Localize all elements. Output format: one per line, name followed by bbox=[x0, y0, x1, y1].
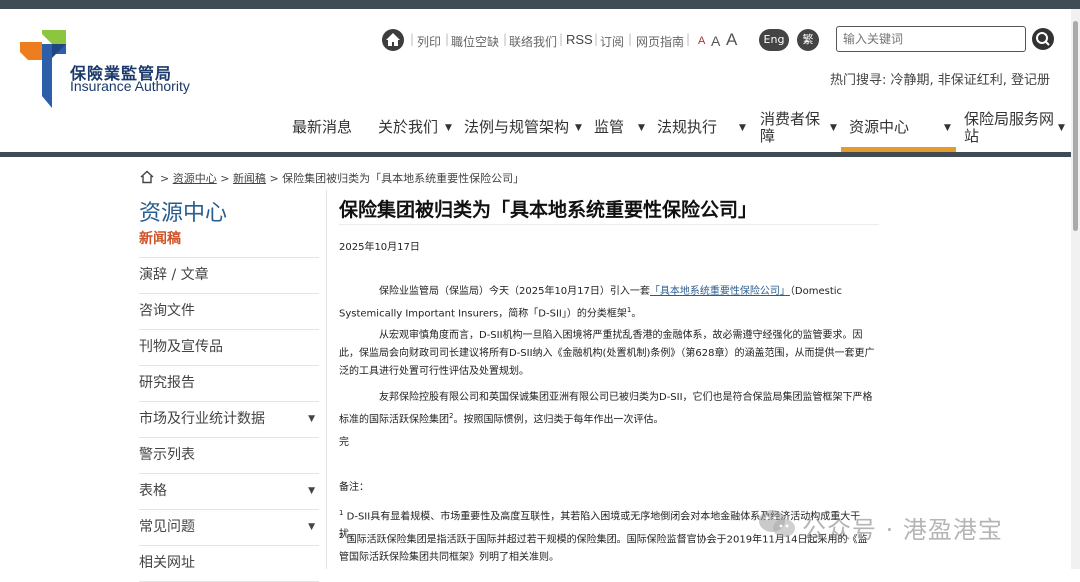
sidebar-item-speeches[interactable]: 演辞 / 文章 bbox=[139, 258, 319, 294]
wechat-watermark: 公众号 · 港盈港宝 bbox=[757, 507, 1057, 547]
chevron-down-icon[interactable]: ▼ bbox=[575, 123, 582, 133]
top-dark-bar bbox=[0, 0, 1080, 9]
lang-english-button[interactable]: Eng bbox=[759, 29, 789, 51]
logo-english-name: Insurance Authority bbox=[70, 78, 190, 94]
dsii-framework-link[interactable]: 「具本地系统重要性保险公司」 bbox=[650, 286, 790, 297]
wechat-icon bbox=[759, 510, 795, 537]
subscribe-link[interactable]: 订阅 bbox=[600, 33, 624, 50]
sidebar-item-statistics[interactable]: 市场及行业统计数据 ▼ bbox=[139, 402, 319, 438]
chevron-down-icon[interactable]: ▼ bbox=[445, 123, 452, 133]
font-size-large-button[interactable]: A bbox=[726, 30, 737, 50]
ia-logo[interactable]: 保險業監管局 Insurance Authority bbox=[20, 30, 200, 110]
search-input[interactable] bbox=[836, 26, 1026, 52]
article-date: 2025年10月17日 bbox=[339, 242, 420, 253]
font-size-medium-button[interactable]: A bbox=[711, 33, 720, 49]
hot-searches-label: 热门搜寻: bbox=[830, 73, 887, 88]
nav-item-ia-services[interactable]: 保险局服务网站 bbox=[964, 111, 1056, 145]
chevron-down-icon[interactable]: ▼ bbox=[308, 510, 315, 545]
end-mark: 完 bbox=[339, 437, 349, 448]
rss-link[interactable]: RSS bbox=[566, 32, 593, 47]
search-icon[interactable] bbox=[1032, 28, 1054, 50]
chevron-down-icon[interactable]: ▼ bbox=[638, 123, 645, 133]
chevron-down-icon[interactable]: ▼ bbox=[739, 123, 746, 133]
sidebar-item-forms[interactable]: 表格 ▼ bbox=[139, 474, 319, 510]
hot-searches: 热门搜寻: 冷静期, 非保证红利, 登记册 bbox=[830, 69, 1050, 88]
vacancies-link[interactable]: 職位空缺 bbox=[451, 33, 499, 50]
sidebar-menu: 新闻稿 演辞 / 文章 咨询文件 刊物及宣传品 研究报告 市场及行业统计数据 ▼ … bbox=[139, 222, 319, 582]
nav-bottom-rule bbox=[0, 152, 1071, 157]
sidebar-item-alerts[interactable]: 警示列表 bbox=[139, 438, 319, 474]
sidebar-divider bbox=[326, 190, 327, 569]
sidebar-item-consultation[interactable]: 咨询文件 bbox=[139, 294, 319, 330]
scrollbar-thumb[interactable] bbox=[1073, 21, 1078, 231]
breadcrumb-resources[interactable]: 资源中心 bbox=[173, 172, 217, 185]
sidebar-item-research[interactable]: 研究报告 bbox=[139, 366, 319, 402]
breadcrumb-press-releases[interactable]: 新闻稿 bbox=[233, 172, 266, 185]
article-paragraph-1: 保险业监管局（保监局）今天（2025年10月17日）引入一套「具本地系统重要性保… bbox=[339, 286, 843, 320]
sidebar-item-faq[interactable]: 常见问题 ▼ bbox=[139, 510, 319, 546]
hot-searches-items[interactable]: 冷静期, 非保证红利, 登记册 bbox=[891, 73, 1051, 88]
nav-item-consumer-protection[interactable]: 消费者保障 bbox=[760, 111, 825, 145]
watermark-text: 公众号 · 港盈港宝 bbox=[802, 516, 1003, 544]
chevron-down-icon[interactable]: ▼ bbox=[830, 123, 837, 133]
nav-item-legislation[interactable]: 法例与规管架构 bbox=[464, 119, 569, 136]
nav-item-resources[interactable]: 资源中心 bbox=[849, 119, 909, 136]
article-title: 保险集团被归类为「具本地系统重要性保险公司」 bbox=[339, 199, 758, 221]
web-guide-link[interactable]: 网页指南 bbox=[636, 33, 684, 50]
chevron-down-icon[interactable]: ▼ bbox=[308, 402, 315, 437]
title-rule bbox=[339, 224, 879, 225]
page-scrollbar[interactable] bbox=[1071, 9, 1080, 569]
home-icon[interactable] bbox=[382, 29, 404, 51]
breadcrumb-current: 保险集团被归类为「具本地系统重要性保险公司」 bbox=[282, 172, 525, 185]
article-paragraph-2: 从宏观审慎角度而言，D-SII机构一旦陷入困境将严重扰乱香港的金融体系，故必需遵… bbox=[339, 330, 875, 377]
sidebar-item-publications[interactable]: 刊物及宣传品 bbox=[139, 330, 319, 366]
nav-item-latest-news[interactable]: 最新消息 bbox=[292, 119, 352, 136]
notes-label: 备注： bbox=[339, 482, 369, 493]
nav-item-supervision[interactable]: 监管 bbox=[594, 119, 624, 136]
chevron-down-icon[interactable]: ▼ bbox=[944, 123, 951, 133]
sidebar-item-links[interactable]: 相关网址 bbox=[139, 546, 319, 582]
font-size-small-button[interactable]: A bbox=[698, 35, 705, 47]
chevron-down-icon[interactable]: ▼ bbox=[308, 474, 315, 509]
nav-item-about-us[interactable]: 关於我们 bbox=[378, 119, 438, 136]
chevron-down-icon[interactable]: ▼ bbox=[1058, 123, 1065, 133]
article-paragraph-3: 友邦保险控股有限公司和英国保诚集团亚洲有限公司已被归类为D-SII，它们也是符合… bbox=[339, 392, 873, 426]
nav-item-enforcement[interactable]: 法规执行 bbox=[657, 119, 717, 136]
print-link[interactable]: 列印 bbox=[417, 33, 441, 50]
lang-traditional-chinese-button[interactable]: 繁 bbox=[797, 29, 819, 51]
breadcrumb-home-icon[interactable] bbox=[140, 169, 154, 188]
contact-link[interactable]: 联络我们 bbox=[509, 33, 557, 50]
breadcrumb: > 资源中心 > 新闻稿 > 保险集团被归类为「具本地系统重要性保险公司」 bbox=[160, 172, 525, 185]
sidebar-item-press-releases[interactable]: 新闻稿 bbox=[139, 222, 319, 258]
